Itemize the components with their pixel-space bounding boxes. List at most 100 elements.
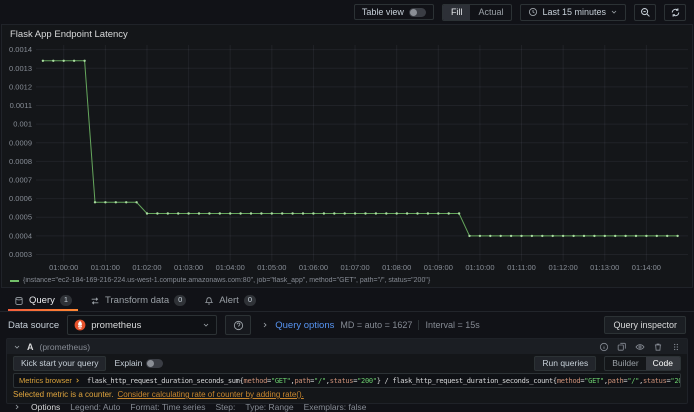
query-options-footer[interactable]: Options Legend: Auto Format: Time series S… <box>13 402 681 412</box>
tab-query-count: 1 <box>59 295 73 306</box>
query-inspector-button[interactable]: Query inspector <box>604 316 686 334</box>
y-tick-label: 0.0012 <box>9 82 32 91</box>
option-pair: Legend: Auto <box>70 402 121 412</box>
query-options-group[interactable]: Query options MD = auto = 1627 Interval … <box>261 320 480 331</box>
data-point <box>416 212 419 215</box>
query-tab-icon <box>15 296 23 305</box>
trash-icon[interactable] <box>653 342 663 352</box>
data-point <box>249 212 253 215</box>
query-code-editor[interactable]: Metrics browser flask_http_request_durat… <box>13 373 681 388</box>
x-tick-label: 01:11:00 <box>507 263 536 272</box>
y-tick-label: 0.0011 <box>10 101 32 110</box>
counter-warning: Selected metric is a counter. Consider c… <box>13 390 681 399</box>
data-point <box>468 234 471 238</box>
tab-alert-label: Alert <box>219 295 239 306</box>
series-label: {instance="ec2-184-169-216-224.us-west-1… <box>23 277 431 284</box>
data-point <box>551 234 554 238</box>
interval-summary: Interval = 15s <box>425 320 480 330</box>
data-point <box>270 212 273 215</box>
data-point <box>104 201 107 204</box>
metrics-browser-button[interactable]: Metrics browser <box>19 376 81 385</box>
fill-actual-group: Fill Actual <box>441 3 513 21</box>
data-point <box>520 234 523 238</box>
explain-label: Explain <box>114 358 143 368</box>
query-options-label[interactable]: Query options <box>275 320 334 331</box>
x-tick-label: 01:01:00 <box>91 263 120 272</box>
data-point <box>437 212 440 215</box>
tab-query[interactable]: Query 1 <box>6 290 80 311</box>
data-point <box>114 201 118 204</box>
copy-icon[interactable] <box>617 342 627 352</box>
y-tick-label: 0.0013 <box>9 64 32 73</box>
latency-panel: Flask App Endpoint Latency 0.0014 0.0013 0… <box>1 24 693 288</box>
data-point <box>83 59 86 62</box>
data-point <box>489 234 492 238</box>
explain-toggle[interactable] <box>146 358 164 368</box>
data-point <box>530 234 534 238</box>
options-summary: Legend: Auto Format: Time series Step: Type… <box>70 402 366 412</box>
x-tick-label: 01:02:00 <box>132 263 161 272</box>
data-point <box>145 212 149 215</box>
tab-transform-label: Transform data <box>105 295 170 306</box>
query-row-header[interactable]: A (prometheus) <box>7 339 687 354</box>
code-option[interactable]: Code <box>645 356 680 370</box>
data-point <box>197 212 201 215</box>
chevron-right-icon[interactable] <box>13 403 21 411</box>
eye-icon[interactable] <box>635 342 645 352</box>
y-tick-label: 0.0004 <box>9 231 32 240</box>
drag-handle-icon[interactable] <box>671 342 681 352</box>
zoom-out-button[interactable] <box>634 3 656 21</box>
top-toolbar: Table view Fill Actual Last 15 minutes <box>0 0 694 24</box>
table-view-toggle[interactable] <box>408 7 426 17</box>
data-point <box>364 212 367 215</box>
kick-start-query-button[interactable]: Kick start your query <box>13 355 107 371</box>
data-point <box>218 212 221 215</box>
data-point <box>333 212 336 215</box>
data-point <box>260 212 263 215</box>
warning-rate-link[interactable]: Consider calculating rate of counter by … <box>118 390 304 399</box>
data-point <box>187 212 190 215</box>
chevron-right-icon <box>76 378 79 383</box>
time-range-label: Last 15 minutes <box>542 7 606 17</box>
y-tick-label: 0.001 <box>13 120 32 129</box>
chevron-down-icon[interactable] <box>13 343 21 351</box>
y-tick-label: 0.0014 <box>9 45 32 54</box>
warning-text: Selected metric is a counter. <box>13 390 114 399</box>
tab-query-label: Query <box>29 295 55 306</box>
builder-option[interactable]: Builder <box>605 357 645 370</box>
datasource-label: Data source <box>8 319 60 331</box>
datasource-value: prometheus <box>91 319 142 331</box>
time-range-picker[interactable]: Last 15 minutes <box>520 3 626 21</box>
tab-transform-data[interactable]: Transform data 0 <box>82 290 194 311</box>
data-point <box>541 234 544 238</box>
info-circle-icon[interactable] <box>599 342 609 352</box>
table-view-group[interactable]: Table view <box>353 4 434 20</box>
datasource-picker[interactable]: prometheus <box>67 315 218 335</box>
tab-alert[interactable]: Alert 0 <box>196 290 264 311</box>
fill-option[interactable]: Fill <box>442 4 471 20</box>
table-view-label: Table view <box>361 7 404 17</box>
data-point <box>291 212 294 215</box>
y-tick-label: 0.0008 <box>9 157 32 166</box>
refresh-button[interactable] <box>664 3 686 21</box>
data-point <box>447 212 450 215</box>
datasource-help-button[interactable] <box>225 315 252 335</box>
data-point <box>156 212 159 215</box>
data-point <box>72 59 76 62</box>
x-tick-label: 01:13:00 <box>590 263 619 272</box>
latency-chart[interactable]: 0.0014 0.0013 0.0012 0.0011 0.001 0.0009 0.000… <box>2 39 694 277</box>
data-point <box>208 212 211 215</box>
x-tick-label: 01:14:00 <box>632 263 661 272</box>
x-tick-label: 01:09:00 <box>424 263 453 272</box>
actual-option[interactable]: Actual <box>470 5 511 20</box>
tab-alert-count: 0 <box>243 295 256 306</box>
x-tick-label: 01:00:00 <box>49 263 78 272</box>
transform-icon <box>91 296 99 305</box>
promql-expression[interactable]: flask_http_request_duration_seconds_sum{… <box>87 377 680 385</box>
chart-legend[interactable]: {instance="ec2-184-169-216-224.us-west-1… <box>10 277 684 284</box>
data-point <box>509 234 513 238</box>
data-point <box>645 234 648 238</box>
data-point <box>125 201 128 204</box>
run-queries-button[interactable]: Run queries <box>534 355 597 371</box>
divider <box>418 320 420 330</box>
